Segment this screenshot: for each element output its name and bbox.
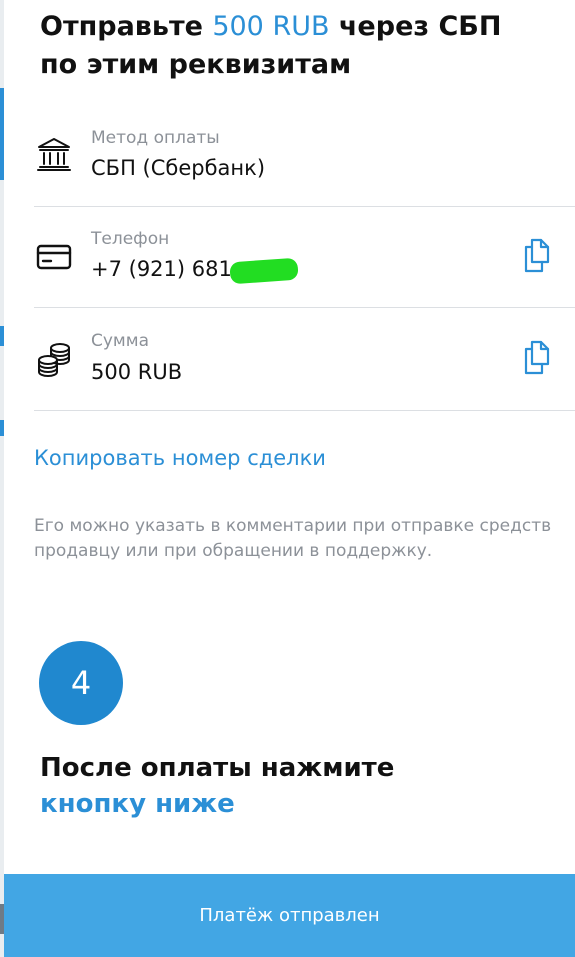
deal-number-note: Его можно указать в комментарии при отпр…	[34, 516, 552, 561]
title-start: Отправьте	[40, 11, 213, 42]
bank-icon	[37, 138, 71, 171]
copy-amount-button[interactable]	[521, 340, 553, 378]
coins-icon	[38, 343, 70, 377]
title-end: по этим реквизитам	[40, 49, 352, 80]
payment-sent-button[interactable]: Платёж отправлен	[4, 874, 575, 957]
title-mid: через СБП	[329, 11, 502, 42]
redaction-mark	[229, 257, 299, 285]
copy-deal-number-link[interactable]: Копировать номер сделки	[34, 446, 326, 470]
phone-value: +7 (921) 681-	[91, 257, 299, 285]
copy-phone-button[interactable]	[521, 238, 553, 276]
amount-value: 500 RUB	[91, 360, 183, 384]
phone-row: Телефон +7 (921) 681-	[34, 206, 575, 308]
card-icon	[36, 244, 72, 270]
amount-row: Сумма 500 RUB	[34, 307, 575, 411]
step-number-badge: 4	[39, 641, 123, 725]
page-title: Отправьте 500 RUB через СБП по этим рекви…	[40, 8, 560, 84]
step-title: После оплаты нажмите кнопку ниже	[40, 750, 540, 822]
amount-label: Сумма	[91, 331, 149, 351]
step-title-line2: кнопку ниже	[40, 789, 235, 819]
title-amount: 500 RUB	[212, 11, 330, 42]
payment-method-label: Метод оплаты	[91, 128, 220, 148]
payment-method-value: СБП (Сбербанк)	[91, 156, 266, 180]
payment-method-row: Метод оплаты СБП (Сбербанк)	[34, 110, 575, 207]
phone-label: Телефон	[91, 229, 170, 249]
step-title-line1: После оплаты нажмите	[40, 753, 395, 783]
payment-panel: Отправьте 500 RUB через СБП по этим рекви…	[4, 0, 575, 957]
phone-number-text: +7 (921) 681-	[91, 257, 240, 281]
